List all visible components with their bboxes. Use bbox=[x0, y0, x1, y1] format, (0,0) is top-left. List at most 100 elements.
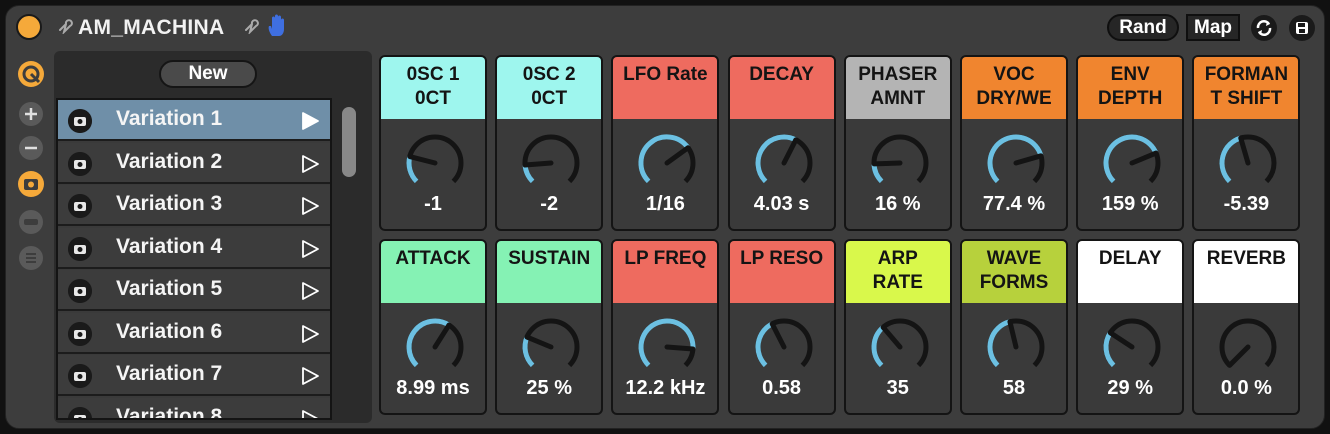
knob-label: WAVE FORMS bbox=[962, 241, 1066, 303]
macro-knob[interactable] bbox=[635, 315, 699, 379]
macro-knob[interactable] bbox=[1100, 315, 1164, 379]
camera-icon[interactable] bbox=[68, 236, 92, 261]
variation-item[interactable]: Variation 8 bbox=[58, 397, 330, 421]
refresh-icon[interactable] bbox=[1251, 15, 1277, 41]
macro-knob-cell: LP RESO 0.58 bbox=[727, 239, 836, 415]
device-panel: AM_MACHINA Rand Map New Variation 1 Vari… bbox=[5, 5, 1325, 429]
knob-value: -5.39 bbox=[1223, 193, 1270, 215]
side-toolbar bbox=[14, 51, 50, 421]
camera-icon[interactable] bbox=[68, 364, 92, 388]
camera-icon[interactable] bbox=[68, 151, 92, 176]
new-variation-button[interactable]: New bbox=[159, 60, 257, 88]
sync-icon[interactable] bbox=[16, 59, 46, 89]
variation-item[interactable]: Variation 4 bbox=[58, 227, 330, 269]
knob-value: 159 % bbox=[1101, 193, 1159, 215]
knob-value: 0.0 % bbox=[1220, 377, 1272, 399]
knob-value: 77.4 % bbox=[982, 193, 1046, 215]
knob-value: 1/16 bbox=[645, 193, 685, 215]
play-icon[interactable] bbox=[299, 408, 321, 421]
device-title: AM_MACHINA bbox=[78, 16, 225, 39]
macro-knob[interactable] bbox=[868, 315, 932, 379]
list-icon[interactable] bbox=[16, 243, 46, 273]
macro-knob-cell: 0SC 2 0CT -2 bbox=[495, 55, 604, 231]
variation-label: Variation 7 bbox=[116, 362, 223, 385]
knob-label: LP FREQ bbox=[613, 241, 718, 303]
knob-value: 25 % bbox=[526, 377, 572, 399]
macro-knob[interactable] bbox=[984, 131, 1048, 195]
knob-label: 0SC 1 0CT bbox=[381, 57, 485, 119]
rand-button[interactable]: Rand bbox=[1107, 14, 1179, 41]
clear-icon[interactable] bbox=[16, 207, 46, 237]
add-icon[interactable] bbox=[16, 99, 46, 129]
knob-value: 29 % bbox=[1107, 377, 1153, 399]
play-icon[interactable] bbox=[299, 195, 321, 217]
camera-icon[interactable] bbox=[68, 406, 92, 421]
variation-item[interactable]: Variation 5 bbox=[58, 270, 330, 311]
knob-label: LP RESO bbox=[729, 241, 834, 303]
macro-knob-cell: LFO Rate 1/16 bbox=[611, 55, 720, 231]
knob-label: LFO Rate bbox=[613, 57, 718, 119]
play-icon[interactable] bbox=[299, 153, 321, 175]
list-scrollbar[interactable] bbox=[342, 107, 356, 177]
macro-knob[interactable] bbox=[635, 131, 699, 195]
macro-knob[interactable] bbox=[403, 131, 467, 195]
macro-knob[interactable] bbox=[984, 315, 1048, 379]
knob-label: ENV DEPTH bbox=[1078, 57, 1183, 119]
remove-icon[interactable] bbox=[16, 133, 46, 163]
macro-knob-cell: ENV DEPTH 159 % bbox=[1076, 55, 1185, 231]
knob-label: PHASER AMNT bbox=[845, 57, 950, 119]
camera-icon[interactable] bbox=[68, 321, 92, 346]
variation-panel: New Variation 1 Variation 2 Variation 3 Var… bbox=[54, 51, 372, 423]
variation-item[interactable]: Variation 6 bbox=[58, 312, 330, 354]
knob-value: 58 bbox=[1002, 377, 1026, 399]
variation-item[interactable]: Variation 2 bbox=[58, 142, 330, 184]
variation-item[interactable]: Variation 7 bbox=[58, 355, 330, 396]
macro-knob[interactable] bbox=[1216, 315, 1280, 379]
variation-label: Variation 6 bbox=[116, 319, 223, 343]
map-button[interactable]: Map bbox=[1186, 14, 1240, 41]
hand-icon[interactable] bbox=[266, 14, 288, 38]
knob-value: 8.99 ms bbox=[396, 377, 470, 399]
macro-knob-cell: SUSTAIN 25 % bbox=[495, 239, 604, 415]
macro-knob-cell: DELAY 29 % bbox=[1076, 239, 1185, 415]
macro-knob[interactable] bbox=[868, 131, 932, 195]
macro-knob[interactable] bbox=[752, 315, 816, 379]
knob-value: -2 bbox=[540, 193, 559, 215]
knob-value: 0.58 bbox=[762, 377, 802, 399]
knob-value: 16 % bbox=[875, 193, 921, 215]
power-button[interactable] bbox=[16, 14, 42, 40]
play-icon[interactable] bbox=[299, 280, 321, 302]
variation-item[interactable]: Variation 3 bbox=[58, 185, 330, 226]
knob-value: 12.2 kHz bbox=[625, 377, 706, 399]
macro-knob-cell: LP FREQ 12.2 kHz bbox=[611, 239, 720, 415]
knob-value: 4.03 s bbox=[753, 193, 810, 215]
knob-label: ARP RATE bbox=[845, 241, 950, 303]
save-icon[interactable] bbox=[1289, 15, 1315, 41]
macro-knob[interactable] bbox=[403, 315, 467, 379]
macro-knob-cell: ATTACK 8.99 ms bbox=[379, 239, 487, 415]
macro-knob[interactable] bbox=[519, 315, 583, 379]
variation-item[interactable]: Variation 1 bbox=[58, 100, 330, 141]
camera-icon[interactable] bbox=[68, 194, 92, 218]
macro-knob-cell: PHASER AMNT 16 % bbox=[843, 55, 952, 231]
play-icon[interactable] bbox=[299, 238, 321, 260]
knob-label: 0SC 2 0CT bbox=[497, 57, 602, 119]
wrench-icon bbox=[59, 19, 73, 34]
macro-knob[interactable] bbox=[1100, 131, 1164, 195]
play-icon[interactable] bbox=[299, 323, 321, 345]
variation-label: Variation 2 bbox=[116, 149, 223, 173]
knob-label: ATTACK bbox=[381, 241, 485, 303]
play-icon[interactable] bbox=[299, 365, 321, 387]
play-icon[interactable] bbox=[299, 110, 321, 132]
variation-label: Variation 5 bbox=[116, 277, 223, 300]
knob-value: -1 bbox=[424, 193, 442, 215]
camera-icon[interactable] bbox=[68, 109, 92, 133]
camera-icon[interactable] bbox=[68, 279, 92, 303]
variation-label: Variation 1 bbox=[116, 107, 223, 130]
snapshot-icon[interactable] bbox=[16, 169, 46, 199]
macro-knob[interactable] bbox=[519, 131, 583, 195]
knob-label: FORMAN T SHIFT bbox=[1194, 57, 1299, 119]
macro-knob[interactable] bbox=[752, 131, 816, 195]
macro-knob[interactable] bbox=[1216, 131, 1280, 195]
macro-knob-cell: ARP RATE 35 bbox=[843, 239, 952, 415]
